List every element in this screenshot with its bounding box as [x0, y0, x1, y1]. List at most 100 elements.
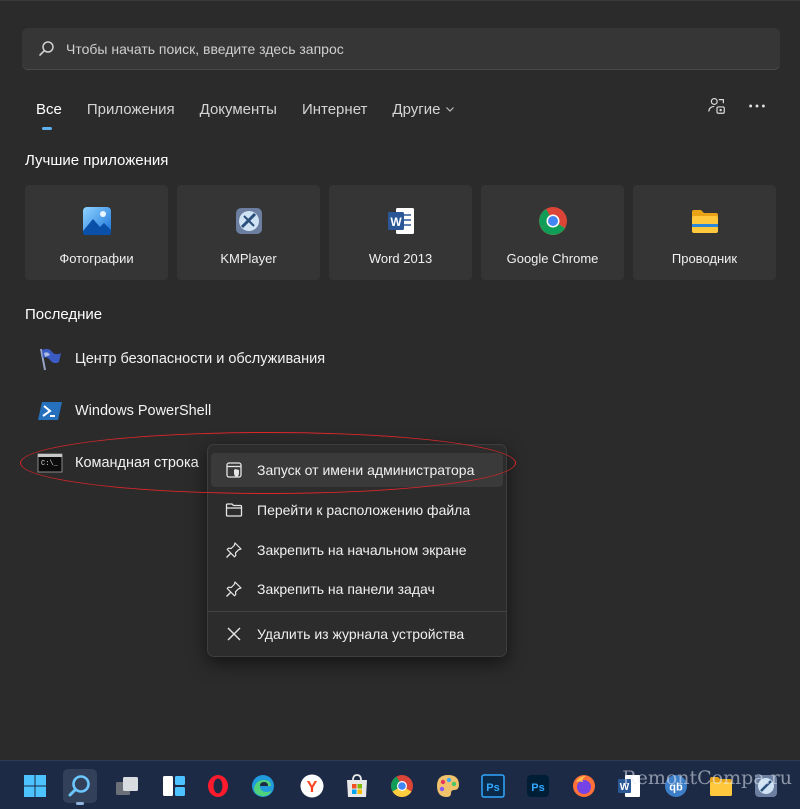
menu-item-run-as-admin[interactable]: Запуск от имени администратора [211, 453, 503, 487]
menu-label: Удалить из журнала устройства [257, 626, 465, 642]
taskbar-edge[interactable] [246, 769, 280, 803]
menu-label: Перейти к расположению файла [257, 502, 471, 518]
taskbar-qbittorrent[interactable]: qb [659, 769, 693, 803]
svg-text:C:\_: C:\_ [41, 460, 59, 468]
taskbar-photoshop-2[interactable]: Ps [521, 769, 555, 803]
photoshop-icon: Ps [481, 774, 505, 798]
svg-text:W: W [390, 215, 402, 229]
photoshop-icon: Ps [527, 775, 549, 797]
edge-icon [252, 775, 274, 797]
explorer-icon [710, 777, 732, 796]
paint-icon [437, 775, 459, 797]
svg-text:qb: qb [669, 782, 683, 794]
menu-label: Закрепить на панели задач [257, 581, 435, 597]
tab-label: Другие [392, 100, 441, 118]
taskbar-start[interactable] [18, 769, 52, 803]
app-label: Word 2013 [368, 251, 433, 266]
svg-text:W: W [620, 782, 630, 793]
app-tile-chrome[interactable]: Google Chrome [481, 185, 624, 280]
app-tile-kmplayer[interactable]: KMPlayer [177, 185, 320, 280]
more-icon[interactable] [746, 95, 768, 117]
app-label: Google Chrome [506, 251, 599, 266]
taskbar-kmplayer[interactable] [749, 769, 783, 803]
taskbar-yandex[interactable]: Y [295, 769, 329, 803]
svg-text:Ps: Ps [486, 782, 499, 794]
tab-label: Приложения [86, 100, 175, 118]
task-view-icon [116, 777, 138, 795]
search-icon [39, 40, 54, 56]
recent-label: Центр безопасности и обслуживания [75, 351, 326, 367]
app-label: KMPlayer [220, 251, 277, 266]
tab-internet[interactable]: Интернет [302, 101, 367, 118]
app-tile-explorer[interactable]: Проводник [633, 185, 776, 280]
menu-divider [208, 611, 506, 612]
tab-label: Все [36, 100, 62, 118]
menu-label: Запуск от имени администратора [257, 462, 475, 478]
tab-apps[interactable]: Приложения [87, 101, 175, 118]
flag-icon [40, 348, 61, 371]
share-account-icon[interactable] [706, 95, 728, 117]
tab-label: Интернет [301, 100, 368, 118]
menu-item-pin-taskbar[interactable]: Закрепить на панели задач [211, 572, 503, 606]
search-panel: Чтобы начать поиск, введите здесь запрос… [0, 0, 800, 760]
top-actions [706, 95, 768, 117]
filter-tabs: Все Приложения Документы Интернет Другие [36, 97, 480, 130]
cmd-icon: C:\_ [37, 453, 63, 473]
close-icon [227, 627, 241, 641]
taskbar-chrome[interactable] [385, 769, 419, 803]
chevron-down-icon [446, 107, 455, 112]
powershell-icon [38, 402, 62, 420]
app-label: Фотографии [59, 251, 134, 266]
yandex-icon: Y [300, 774, 324, 798]
top-apps-grid: Фотографии KMPlayer W Word 2013 Google C… [25, 185, 776, 280]
chrome-icon [391, 775, 413, 797]
start-icon [24, 775, 46, 797]
tab-all[interactable]: Все [36, 100, 62, 130]
tab-other[interactable]: Другие [392, 101, 455, 118]
recent-heading: Последние [25, 306, 103, 323]
taskbar-paint[interactable] [431, 769, 465, 803]
store-icon [347, 774, 367, 797]
tab-documents[interactable]: Документы [200, 101, 277, 118]
taskbar-widgets[interactable] [157, 769, 191, 803]
taskbar-word[interactable]: W [612, 769, 646, 803]
app-tile-photos[interactable]: Фотографии [25, 185, 168, 280]
taskbar-opera[interactable] [201, 769, 235, 803]
kmplayer-icon [235, 208, 262, 234]
recent-item-security-center[interactable]: Центр безопасности и обслуживания [37, 346, 325, 372]
search-placeholder[interactable]: Чтобы начать поиск, введите здесь запрос [66, 41, 344, 57]
svg-text:Y: Y [307, 779, 318, 796]
taskbar-explorer[interactable] [704, 769, 738, 803]
svg-text:Ps: Ps [531, 782, 544, 794]
top-apps-heading: Лучшие приложения [25, 152, 169, 169]
pin-icon [226, 542, 242, 558]
admin-shield-icon [226, 462, 242, 478]
app-label: Проводник [671, 251, 738, 266]
kmplayer-icon [755, 775, 777, 797]
taskbar-firefox[interactable] [567, 769, 601, 803]
word-icon: W [387, 208, 414, 234]
menu-item-pin-start[interactable]: Закрепить на начальном экране [211, 533, 503, 567]
recent-label: Командная строка [75, 455, 199, 471]
taskbar-store[interactable] [340, 769, 374, 803]
folder-icon [225, 503, 243, 517]
app-tile-word[interactable]: W Word 2013 [329, 185, 472, 280]
menu-item-remove-history[interactable]: Удалить из журнала устройства [211, 617, 503, 651]
photos-icon [82, 207, 111, 235]
taskbar: Y Ps Ps W qb [0, 760, 800, 809]
recent-item-cmd[interactable]: C:\_ Командная строка [37, 450, 199, 476]
taskbar-task-view[interactable] [110, 769, 144, 803]
pin-icon [226, 581, 242, 597]
firefox-icon [573, 775, 595, 797]
menu-item-open-location[interactable]: Перейти к расположению файла [211, 493, 503, 527]
recent-item-powershell[interactable]: Windows PowerShell [37, 398, 211, 424]
widgets-icon [163, 776, 185, 796]
taskbar-photoshop-1[interactable]: Ps [476, 769, 510, 803]
taskbar-search[interactable] [63, 769, 97, 805]
search-icon [68, 775, 90, 797]
menu-label: Закрепить на начальном экране [257, 542, 467, 558]
search-box[interactable]: Чтобы начать поиск, введите здесь запрос [22, 28, 780, 70]
opera-icon [208, 775, 228, 797]
explorer-icon [691, 210, 718, 233]
active-indicator [76, 802, 84, 805]
